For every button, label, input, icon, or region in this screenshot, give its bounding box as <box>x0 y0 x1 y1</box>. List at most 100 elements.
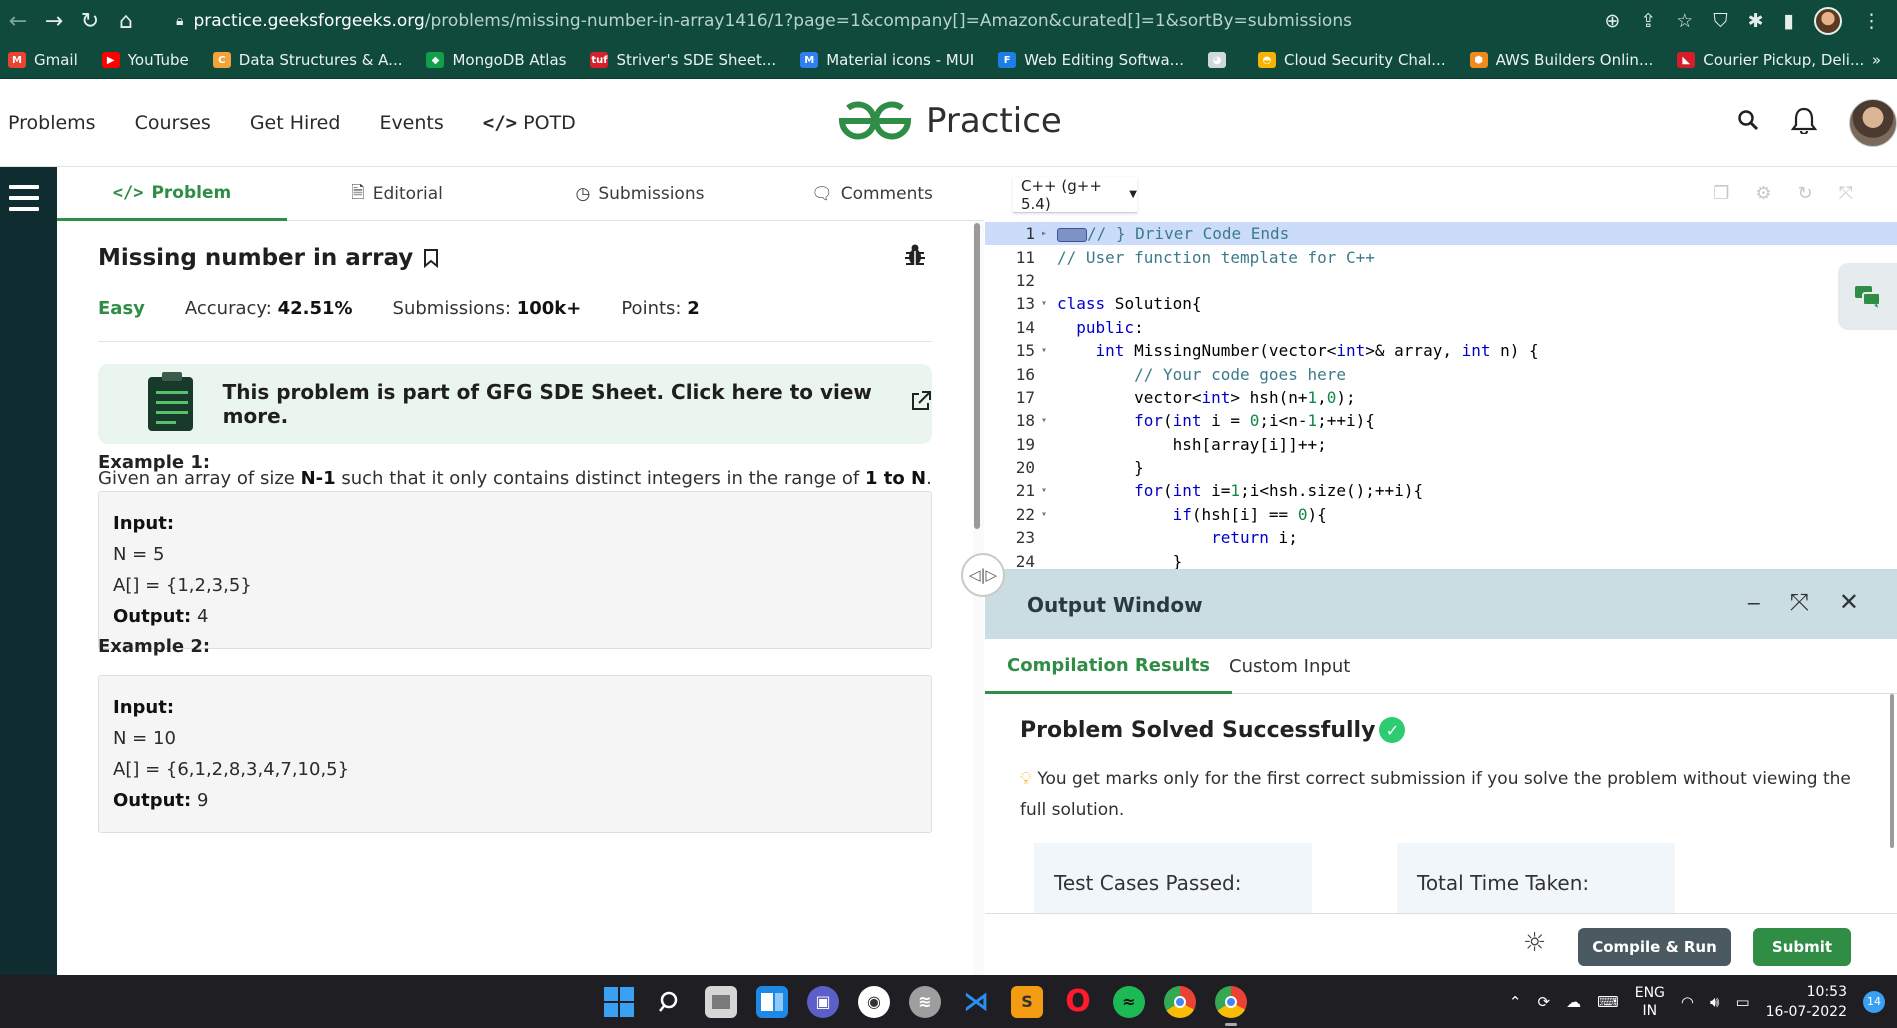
code-line[interactable]: 14 public: <box>985 316 1897 339</box>
submit-button[interactable]: Submit <box>1753 928 1851 966</box>
windows-start-icon[interactable] <box>603 986 635 1018</box>
nav-get-hired[interactable]: Get Hired <box>250 112 341 134</box>
chrome-active-icon[interactable] <box>1215 985 1247 1026</box>
nav-problems[interactable]: Problems <box>8 112 96 134</box>
code-line[interactable]: 24 } <box>985 549 1897 569</box>
close-icon[interactable]: ✕ <box>1839 588 1859 616</box>
code-line[interactable]: 22 ▾ if(hsh[i] == 0){ <box>985 503 1897 526</box>
fullscreen-icon[interactable]: ⤧ <box>1839 183 1853 204</box>
problem-scrollbar-thumb[interactable] <box>974 223 980 529</box>
reset-icon[interactable]: ↻ <box>1798 183 1813 204</box>
spotify-icon[interactable]: ≈ <box>1113 985 1145 1018</box>
bookmark-item[interactable]: F Web Editing Softwa... <box>998 51 1184 69</box>
bookmark-item[interactable]: ⬢ AWS Builders Onlin... <box>1469 51 1653 69</box>
fold-arrow-icon[interactable]: ▸ <box>1039 228 1057 239</box>
tray-overflow-icon[interactable]: ⌃ <box>1509 993 1522 1011</box>
code-line[interactable]: 13 ▾ class Solution{ <box>985 292 1897 315</box>
code-line[interactable]: 20 } <box>985 456 1897 479</box>
tab-editorial[interactable]: 🗎︎ Editorial <box>347 167 447 221</box>
notification-badge[interactable]: 14 <box>1863 990 1885 1013</box>
settings-gear-icon[interactable]: ⚙ <box>1755 183 1771 204</box>
battery-icon[interactable]: ▭ <box>1735 993 1749 1011</box>
gfg-logo[interactable]: Practice <box>836 99 1062 143</box>
reload-icon[interactable]: ↻ <box>72 9 108 34</box>
chat-float-button[interactable] <box>1838 263 1897 330</box>
code-line[interactable]: 19 hsh[array[i]]++; <box>985 433 1897 456</box>
share-icon[interactable]: ⇪ <box>1640 10 1656 32</box>
bookmark-item[interactable]: tuf Striver's SDE Sheet... <box>590 51 776 69</box>
widgets-icon[interactable] <box>756 985 788 1018</box>
bookmark-item[interactable]: ▶ YouTube <box>101 51 189 69</box>
browser-menu-icon[interactable]: ⋮ <box>1862 10 1881 32</box>
fold-arrow-icon[interactable]: ▾ <box>1039 509 1057 520</box>
code-line[interactable]: 17 vector<int> hsh(n+1,0); <box>985 386 1897 409</box>
code-line[interactable]: 11 // User function template for C++ <box>985 245 1897 268</box>
bookmarks-more-icon[interactable]: » <box>1872 51 1881 69</box>
bookmark-item[interactable]: ◕ <box>1207 52 1234 68</box>
fold-arrow-icon[interactable]: ▾ <box>1039 345 1057 356</box>
profile-avatar-icon[interactable] <box>1814 7 1842 35</box>
bookmark-item[interactable]: M Gmail <box>8 51 78 69</box>
home-icon[interactable]: ⌂ <box>108 9 144 34</box>
tab-problem[interactable]: </> Problem <box>57 167 287 221</box>
chrome-icon[interactable] <box>1164 985 1196 1018</box>
theme-toggle-icon[interactable]: ☼ <box>1523 928 1546 958</box>
code-line[interactable]: 12 <box>985 269 1897 292</box>
code-area[interactable]: 1 ▸// } Driver Code Ends 11 // User functio… <box>985 222 1897 569</box>
tab-custom-input[interactable]: Custom Input <box>1229 639 1350 694</box>
tab-compilation-results[interactable]: Compilation Results <box>985 639 1233 694</box>
bell-icon[interactable] <box>1790 106 1818 140</box>
side-panel-icon[interactable]: ▮ <box>1784 10 1794 32</box>
keyboard-icon[interactable]: ⌨ <box>1597 993 1619 1011</box>
hamburger-menu-icon[interactable] <box>9 185 39 218</box>
code-line[interactable]: 18 ▾ for(int i = 0;i<n-1;++i){ <box>985 409 1897 432</box>
panel-resize-handle[interactable]: ◁|▷ <box>961 553 1005 597</box>
fold-arrow-icon[interactable]: ▾ <box>1039 415 1057 426</box>
code-line[interactable]: 15 ▾ int MissingNumber(vector<int>& array… <box>985 339 1897 362</box>
minimize-icon[interactable]: ⎯ <box>1748 588 1760 616</box>
extensions-puzzle-icon[interactable]: ✱ <box>1748 10 1764 32</box>
task-view-icon[interactable] <box>705 985 737 1018</box>
code-line[interactable]: 23 return i; <box>985 526 1897 549</box>
url-field[interactable]: 🔒︎ practice.geeksforgeeks.org/problems/m… <box>176 6 1576 36</box>
fold-arrow-icon[interactable]: ▾ <box>1039 298 1057 309</box>
bookmark-item[interactable]: ◓ Cloud Security Chal... <box>1257 51 1446 69</box>
sde-sheet-banner[interactable]: This problem is part of GFG SDE Sheet. C… <box>98 364 932 444</box>
copy-icon[interactable]: ❐ <box>1713 183 1729 204</box>
tab-submissions[interactable]: ◷ Submissions <box>570 167 710 221</box>
bookmark-item[interactable]: ◣ Courier Pickup, Deli... <box>1677 51 1864 69</box>
wifi-icon[interactable]: ◠ <box>1681 993 1694 1011</box>
teams-chat-icon[interactable]: ▣ <box>807 985 839 1018</box>
nav-potd[interactable]: </> POTD <box>483 112 576 134</box>
shield-extension-icon[interactable]: ⛉ <box>1713 10 1727 32</box>
bookmark-item[interactable]: M Material icons - MUI <box>800 51 974 69</box>
code-line[interactable]: 21 ▾ for(int i=1;i<hsh.size();++i){ <box>985 479 1897 502</box>
database-icon[interactable]: ≋ <box>909 985 941 1018</box>
cloud-icon[interactable]: ☁ <box>1566 993 1581 1011</box>
vscode-icon[interactable]: ⋊ <box>960 986 992 1018</box>
bookmark-icon[interactable] <box>423 248 439 268</box>
expand-icon[interactable]: ⤧ <box>1790 588 1809 616</box>
opera-icon[interactable]: O <box>1062 984 1094 1019</box>
user-avatar[interactable] <box>1849 99 1897 147</box>
input-language[interactable]: ENG IN <box>1635 984 1665 1020</box>
tab-comments[interactable]: 🗨︎ Comments <box>807 167 937 221</box>
nav-events[interactable]: Events <box>379 112 443 134</box>
search-icon[interactable] <box>1737 109 1759 137</box>
compile-run-button[interactable]: Compile & Run <box>1578 928 1731 966</box>
bookmark-item[interactable]: ◆ MongoDB Atlas <box>426 51 566 69</box>
bug-report-icon[interactable] <box>904 243 926 273</box>
fold-arrow-icon[interactable]: ▾ <box>1039 485 1057 496</box>
forward-arrow-icon[interactable]: → <box>36 9 72 34</box>
code-line[interactable]: 1 ▸// } Driver Code Ends <box>985 222 1897 246</box>
nav-courses[interactable]: Courses <box>135 112 211 134</box>
zoom-icon[interactable]: ⊕ <box>1604 10 1620 32</box>
sublime-text-icon[interactable]: S <box>1011 985 1043 1018</box>
sync-icon[interactable]: ⟳ <box>1537 993 1550 1011</box>
back-arrow-icon[interactable]: ← <box>0 9 36 34</box>
clock[interactable]: 10:53 16-07-2022 <box>1766 982 1847 1022</box>
volume-icon[interactable]: 🔊︎ <box>1710 993 1719 1011</box>
code-line[interactable]: 16 // Your code goes here <box>985 362 1897 385</box>
search-icon[interactable] <box>654 986 686 1018</box>
star-icon[interactable]: ☆ <box>1676 10 1693 32</box>
